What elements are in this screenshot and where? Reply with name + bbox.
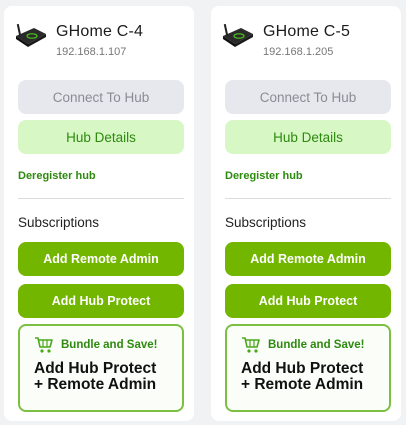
hub-header: GHome C-4 192.168.1.107 [14,18,184,66]
add-hub-protect-button[interactable]: Add Hub Protect [18,284,184,318]
bundle-tag: Bundle and Save! [268,339,365,351]
bundle-tag: Bundle and Save! [61,339,158,351]
bundle-line-2: + Remote Admin [34,376,157,393]
bundle-description: Add Hub Protect + Remote Admin [241,361,379,393]
bundle-header: Bundle and Save! [241,336,379,354]
divider [225,198,391,199]
subscriptions-title: Subscriptions [18,215,100,230]
shopping-cart-icon [242,337,260,353]
connect-to-hub-button[interactable]: Connect To Hub [18,80,184,114]
hub-name: GHome C-5 [263,23,351,40]
shopping-cart-icon [35,337,53,353]
divider [18,198,184,199]
bundle-description: Add Hub Protect + Remote Admin [34,361,172,393]
bundle-line-1: Add Hub Protect [34,360,157,377]
hub-card: GHome C-5 192.168.1.205 Connect To Hub H… [211,6,401,421]
connect-to-hub-button[interactable]: Connect To Hub [225,80,391,114]
hub-device-icon [16,23,46,47]
add-remote-admin-button[interactable]: Add Remote Admin [18,242,184,276]
hub-details-button[interactable]: Hub Details [225,120,391,154]
bundle-line-1: Add Hub Protect [241,360,364,377]
add-remote-admin-button[interactable]: Add Remote Admin [225,242,391,276]
bundle-header: Bundle and Save! [34,336,172,354]
bundle-line-2: + Remote Admin [241,376,364,393]
bundle-offer-button[interactable]: Bundle and Save! Add Hub Protect + Remot… [18,324,184,412]
hub-card: GHome C-4 192.168.1.107 Connect To Hub H… [4,6,194,421]
deregister-hub-link[interactable]: Deregister hub [225,170,391,182]
hub-device-icon [223,23,253,47]
hub-header: GHome C-5 192.168.1.205 [221,18,391,66]
add-hub-protect-button[interactable]: Add Hub Protect [225,284,391,318]
subscriptions-title: Subscriptions [225,215,307,230]
hub-name: GHome C-4 [56,23,144,40]
hub-ip: 192.168.1.205 [263,46,334,58]
bundle-offer-button[interactable]: Bundle and Save! Add Hub Protect + Remot… [225,324,391,412]
deregister-hub-link[interactable]: Deregister hub [18,170,184,182]
hub-details-button[interactable]: Hub Details [18,120,184,154]
hub-card-grid: GHome C-4 192.168.1.107 Connect To Hub H… [0,0,406,425]
hub-ip: 192.168.1.107 [56,46,127,58]
